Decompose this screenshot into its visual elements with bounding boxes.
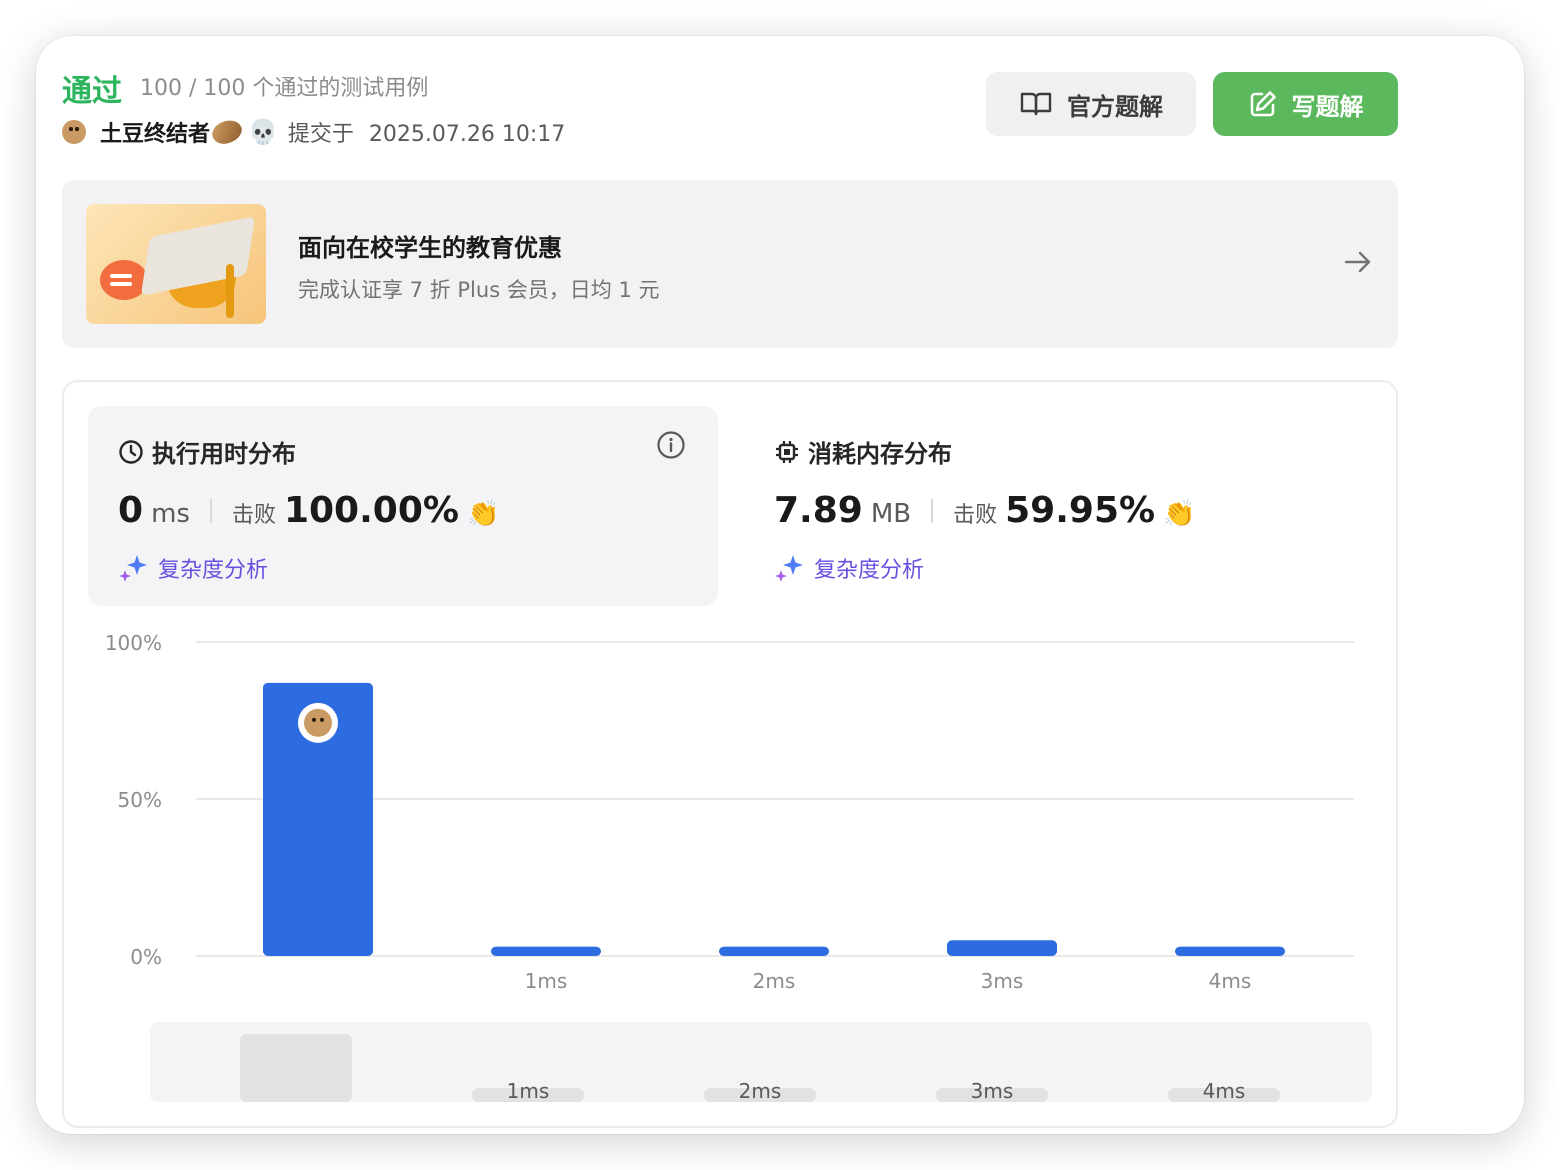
bar-1ms	[491, 946, 601, 956]
x-tick-label: 2ms	[753, 969, 796, 993]
divider	[931, 498, 934, 523]
memory-unit: MB	[870, 499, 912, 529]
clap-icon: 👏	[466, 499, 500, 529]
runtime-heading: 执行用时分布	[118, 434, 296, 469]
x-tick-label: 3ms	[981, 969, 1024, 993]
edit-icon	[1250, 91, 1276, 117]
mini-chart-svg: 1ms 2ms 3ms 4ms	[240, 1034, 1280, 1102]
status-accepted: 通过	[62, 74, 122, 109]
cap-tassel	[226, 264, 234, 318]
write-solution-label: 写题解	[1291, 92, 1364, 121]
skull-icon: 💀	[248, 118, 278, 146]
info-icon[interactable]	[656, 430, 686, 460]
submitter-row: 土豆终结者 💀 提交于 2025.07.26 10:17	[62, 115, 565, 149]
user-marker-eye	[320, 717, 324, 722]
mini-bar-0ms	[240, 1034, 352, 1102]
runtime-distribution-chart: 0% 50% 100% 1ms 2ms 3ms 4ms	[64, 622, 1400, 1002]
memory-beat-label: 击败	[953, 503, 998, 528]
divider	[209, 498, 212, 523]
promo-title: 面向在校学生的教育优惠	[298, 234, 562, 262]
official-solution-label: 官方题解	[1067, 92, 1163, 121]
performance-card: 执行用时分布 0 ms 击败 100.00% 👏 复杂度分析 消耗内存分布 7.…	[62, 380, 1398, 1128]
sparkle-icon	[775, 555, 803, 582]
submitted-label: 提交于 2025.07.26 10:17	[288, 116, 565, 148]
y-tick-label: 50%	[118, 788, 162, 812]
x-tick-label: 1ms	[525, 969, 568, 993]
mini-tick-label: 3ms	[971, 1079, 1014, 1102]
education-promo-banner[interactable]: 面向在校学生的教育优惠 完成认证享 7 折 Plus 会员，日均 1 元	[62, 180, 1398, 348]
clap-icon: 👏	[1163, 499, 1196, 529]
chart-range-selector[interactable]: 1ms 2ms 3ms 4ms	[150, 1022, 1372, 1102]
runtime-complexity-link[interactable]: 复杂度分析	[118, 552, 268, 584]
cap-top	[140, 216, 256, 296]
bar-2ms	[719, 946, 829, 956]
chip-icon	[776, 440, 798, 463]
bar-4ms	[1175, 946, 1285, 956]
clock-icon	[119, 439, 143, 464]
submission-window: 通过 100 / 100 个通过的测试用例 土豆终结者 💀 提交于 2025.0…	[36, 36, 1524, 1134]
y-tick-label: 100%	[105, 631, 162, 655]
submitted-time: 2025.07.26 10:17	[368, 122, 566, 147]
runtime-values: 0 ms 击败 100.00% 👏	[118, 490, 499, 531]
memory-complexity-label: 复杂度分析	[814, 558, 925, 583]
official-solution-button[interactable]: 官方题解	[986, 72, 1196, 136]
arrow-right-icon[interactable]	[1342, 246, 1374, 278]
graduation-cap-illustration	[86, 204, 266, 324]
runtime-beat-label: 击败	[231, 503, 276, 528]
mini-tick-label: 2ms	[739, 1079, 782, 1102]
runtime-unit: ms	[151, 499, 190, 529]
testcase-count: 100 / 100 个通过的测试用例	[140, 76, 429, 101]
user-marker-avatar	[304, 708, 332, 737]
runtime-value: 0	[118, 490, 144, 531]
memory-values: 7.89 MB 击败 59.95% 👏	[774, 490, 1195, 531]
book-icon	[1020, 92, 1052, 116]
mini-tick-label: 4ms	[1203, 1079, 1246, 1102]
runtime-title: 执行用时分布	[152, 440, 296, 468]
memory-beat-percent: 59.95%	[1005, 490, 1156, 531]
username[interactable]: 土豆终结者	[100, 116, 210, 148]
y-tick-label: 0%	[130, 945, 162, 969]
memory-metric-panel[interactable]: 消耗内存分布 7.89 MB 击败 59.95% 👏 复杂度分析	[744, 406, 1374, 606]
memory-complexity-link[interactable]: 复杂度分析	[774, 552, 924, 584]
chat-bubble-icon	[100, 260, 148, 300]
chart-svg: 0% 50% 100% 1ms 2ms 3ms 4ms	[105, 631, 1354, 993]
user-avatar[interactable]	[62, 120, 86, 144]
x-tick-label: 4ms	[1209, 969, 1252, 993]
submitted-prefix: 提交于	[287, 122, 354, 147]
user-marker-eye	[312, 717, 316, 722]
runtime-beat-percent: 100.00%	[283, 490, 459, 531]
potato-icon	[208, 115, 246, 149]
sparkle-icon	[119, 555, 147, 582]
memory-title: 消耗内存分布	[808, 440, 952, 468]
memory-value: 7.89	[774, 490, 863, 531]
memory-heading: 消耗内存分布	[774, 434, 952, 469]
mini-tick-label: 1ms	[507, 1079, 550, 1102]
runtime-complexity-label: 复杂度分析	[158, 558, 269, 583]
promo-subtitle: 完成认证享 7 折 Plus 会员，日均 1 元	[298, 278, 660, 302]
runtime-metric-panel[interactable]: 执行用时分布 0 ms 击败 100.00% 👏 复杂度分析	[88, 406, 718, 606]
bar-3ms	[947, 940, 1057, 956]
write-solution-button[interactable]: 写题解	[1213, 72, 1398, 136]
